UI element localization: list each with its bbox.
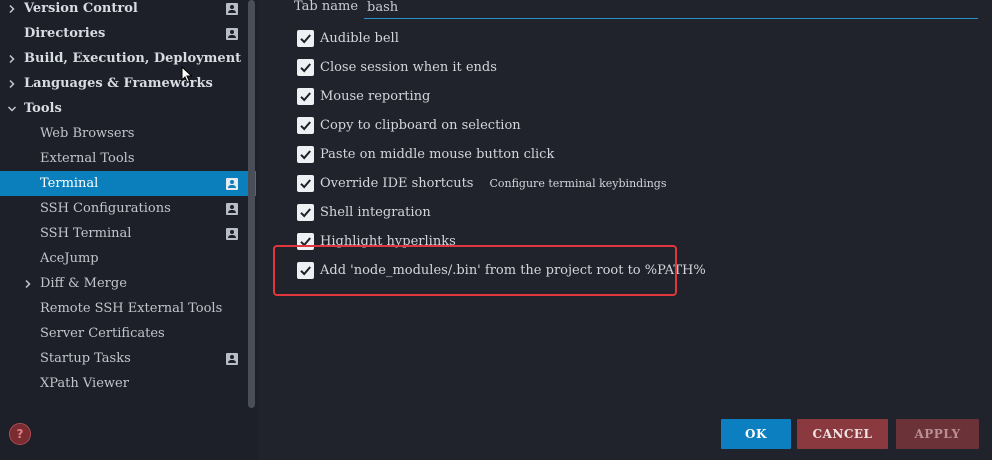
sidebar-item-web-browsers[interactable]: Web Browsers bbox=[0, 121, 246, 146]
option-label[interactable]: Shell integration bbox=[320, 205, 431, 220]
sidebar-item-label: SSH Configurations bbox=[40, 201, 171, 216]
sidebar-item-terminal[interactable]: Terminal bbox=[0, 171, 256, 196]
sidebar-item-label: Server Certificates bbox=[40, 326, 165, 341]
option-label[interactable]: Audible bell bbox=[320, 31, 399, 46]
sidebar-item-label: XPath Viewer bbox=[40, 376, 129, 391]
sidebar-item-directories[interactable]: Directories bbox=[0, 21, 246, 46]
apply-button[interactable]: APPLY bbox=[896, 419, 979, 449]
sidebar-item-tools[interactable]: Tools bbox=[0, 96, 246, 121]
option-close-session-when-it-ends: Close session when it ends bbox=[297, 57, 497, 77]
sidebar-scrollbar[interactable] bbox=[248, 0, 255, 408]
terminal-settings-panel: Tab name Audible bell Close session when … bbox=[262, 0, 992, 460]
project-level-icon bbox=[226, 2, 238, 15]
option-shell-integration: Shell integration bbox=[297, 202, 431, 222]
sidebar-item-languages-frameworks[interactable]: Languages & Frameworks bbox=[0, 71, 246, 96]
sidebar-item-label: Directories bbox=[24, 26, 106, 41]
sidebar-item-ssh-configurations[interactable]: SSH Configurations bbox=[0, 196, 246, 221]
checkbox[interactable] bbox=[297, 116, 314, 134]
configure-keybindings-link[interactable]: Configure terminal keybindings bbox=[489, 177, 666, 190]
settings-sidebar: Version Control Directories Build, Executi… bbox=[0, 0, 258, 460]
sidebar-item-external-tools[interactable]: External Tools bbox=[0, 146, 246, 171]
sidebar-item-label: Startup Tasks bbox=[40, 351, 131, 366]
sidebar-item-label: SSH Terminal bbox=[40, 226, 132, 241]
sidebar-item-label: Remote SSH External Tools bbox=[40, 301, 223, 316]
option-audible-bell: Audible bell bbox=[297, 28, 399, 48]
help-icon[interactable]: ? bbox=[9, 423, 31, 445]
sidebar-item-label: External Tools bbox=[40, 151, 135, 166]
option-label[interactable]: Close session when it ends bbox=[320, 60, 497, 75]
ok-button[interactable]: OK bbox=[721, 419, 791, 449]
checkbox[interactable] bbox=[297, 145, 314, 163]
option-mouse-reporting: Mouse reporting bbox=[297, 86, 430, 106]
project-level-icon bbox=[226, 227, 238, 240]
mouse-cursor-icon bbox=[181, 66, 193, 84]
chevron-right-icon[interactable] bbox=[22, 278, 34, 290]
tab-name-input[interactable] bbox=[364, 0, 978, 19]
project-level-icon bbox=[226, 352, 238, 365]
checkbox[interactable] bbox=[297, 174, 314, 192]
option-label[interactable]: Copy to clipboard on selection bbox=[320, 118, 521, 133]
sidebar-item-server-certificates[interactable]: Server Certificates bbox=[0, 321, 246, 346]
option-label[interactable]: Override IDE shortcuts bbox=[320, 176, 473, 191]
sidebar-item-label: Diff & Merge bbox=[40, 276, 127, 291]
checkbox[interactable] bbox=[297, 87, 314, 105]
sidebar-item-startup-tasks[interactable]: Startup Tasks bbox=[0, 346, 246, 371]
sidebar-item-diff-merge[interactable]: Diff & Merge bbox=[0, 271, 246, 296]
option-paste-on-middle-mouse-button-click: Paste on middle mouse button click bbox=[297, 144, 554, 164]
sidebar-item-label: Build, Execution, Deployment bbox=[24, 51, 242, 66]
highlight-annotation-box bbox=[273, 245, 677, 296]
sidebar-item-ssh-terminal[interactable]: SSH Terminal bbox=[0, 221, 246, 246]
chevron-right-icon[interactable] bbox=[6, 3, 18, 15]
tab-name-label: Tab name bbox=[294, 0, 359, 14]
option-override-ide-shortcuts: Override IDE shortcuts Configure terminal… bbox=[297, 173, 666, 193]
checkbox[interactable] bbox=[297, 203, 314, 221]
option-label[interactable]: Paste on middle mouse button click bbox=[320, 147, 554, 162]
option-label[interactable]: Mouse reporting bbox=[320, 89, 430, 104]
option-copy-to-clipboard-on-selection: Copy to clipboard on selection bbox=[297, 115, 521, 135]
sidebar-item-xpath-viewer[interactable]: XPath Viewer bbox=[0, 371, 246, 396]
project-level-icon bbox=[226, 177, 238, 190]
cancel-button[interactable]: CANCEL bbox=[797, 419, 888, 449]
chevron-right-icon[interactable] bbox=[6, 53, 18, 65]
sidebar-item-label: Tools bbox=[24, 101, 62, 116]
checkbox[interactable] bbox=[297, 29, 314, 47]
sidebar-item-label: Web Browsers bbox=[40, 126, 135, 141]
sidebar-item-label: Version Control bbox=[24, 1, 138, 16]
sidebar-item-remote-ssh-external-tools[interactable]: Remote SSH External Tools bbox=[0, 296, 246, 321]
sidebar-item-build-execution-deployment[interactable]: Build, Execution, Deployment bbox=[0, 46, 246, 71]
chevron-right-icon[interactable] bbox=[6, 78, 18, 90]
sidebar-item-acejump[interactable]: AceJump bbox=[0, 246, 246, 271]
chevron-down-icon[interactable] bbox=[6, 103, 18, 115]
checkbox[interactable] bbox=[297, 58, 314, 76]
project-level-icon bbox=[226, 202, 238, 215]
sidebar-item-label: AceJump bbox=[40, 251, 99, 266]
project-level-icon bbox=[226, 27, 238, 40]
sidebar-item-version-control[interactable]: Version Control bbox=[0, 0, 246, 21]
sidebar-item-label: Terminal bbox=[40, 176, 99, 191]
